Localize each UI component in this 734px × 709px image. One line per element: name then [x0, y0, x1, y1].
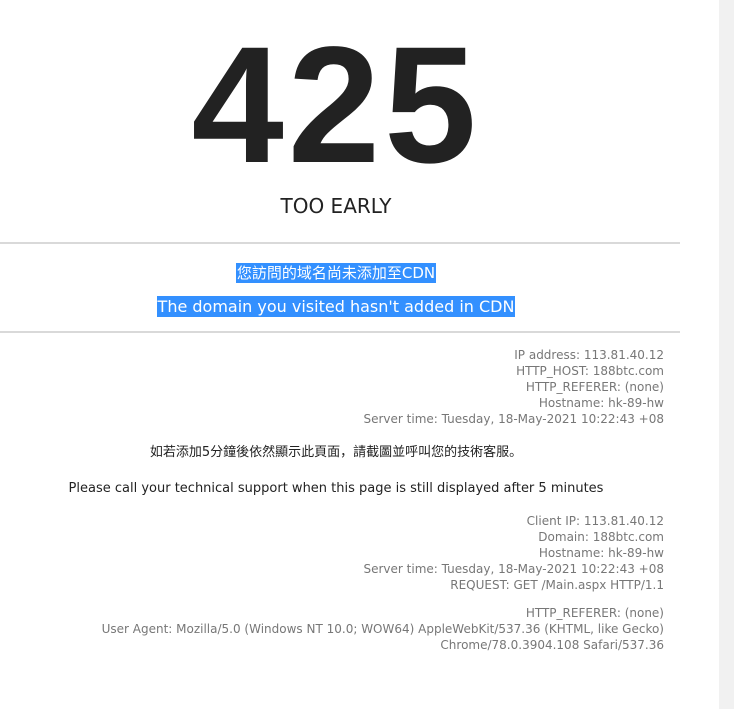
client-ip: Client IP: 113.81.40.12: [526, 514, 664, 528]
request-http-referer: HTTP_REFERER: (none): [525, 606, 664, 620]
selected-text-english[interactable]: The domain you visited hasn't added in C…: [156, 296, 516, 317]
hostname: Hostname: hk-89-hw: [538, 396, 664, 410]
client-server-time: Server time: Tuesday, 18-May-2021 10:22:…: [363, 562, 665, 576]
server-time: Server time: Tuesday, 18-May-2021 10:22:…: [363, 412, 665, 426]
cdn-message-chinese: 您訪問的域名尚未添加至CDN: [0, 262, 672, 284]
support-note-english: Please call your technical support when …: [68, 481, 604, 496]
server-info-block: IP address: 113.81.40.12 HTTP_HOST: 188b…: [44, 347, 665, 427]
user-agent-line-2: Chrome/78.0.3904.108 Safari/537.36: [440, 638, 664, 652]
domain: Domain: 188btc.com: [538, 530, 664, 544]
error-page: 425 TOO EARLY 您訪問的域名尚未添加至CDN The domain …: [0, 0, 734, 709]
support-note-chinese: 如若添加5分鐘後依然顯示此頁面，請截圖並呼叫您的技術客服。: [149, 445, 523, 460]
http-referer: HTTP_REFERER: (none): [525, 380, 664, 394]
http-host: HTTP_HOST: 188btc.com: [516, 364, 664, 378]
ip-address: IP address: 113.81.40.12: [514, 348, 664, 362]
vertical-scrollbar[interactable]: [719, 0, 734, 709]
request-headers-block: HTTP_REFERER: (none) User Agent: Mozilla…: [44, 605, 664, 653]
client-hostname: Hostname: hk-89-hw: [538, 546, 664, 560]
error-status: TOO EARLY: [280, 194, 392, 218]
error-code: 425: [191, 13, 481, 198]
user-agent-line-1: User Agent: Mozilla/5.0 (Windows NT 10.0…: [101, 622, 664, 636]
selected-text-chinese[interactable]: 您訪問的域名尚未添加至CDN: [235, 263, 437, 283]
bottom-divider: [0, 331, 680, 333]
cdn-message-english: The domain you visited hasn't added in C…: [0, 296, 672, 318]
top-divider: [0, 242, 680, 244]
client-info-block: Client IP: 113.81.40.12 Domain: 188btc.c…: [44, 513, 665, 593]
request-line: REQUEST: GET /Main.aspx HTTP/1.1: [450, 578, 664, 592]
